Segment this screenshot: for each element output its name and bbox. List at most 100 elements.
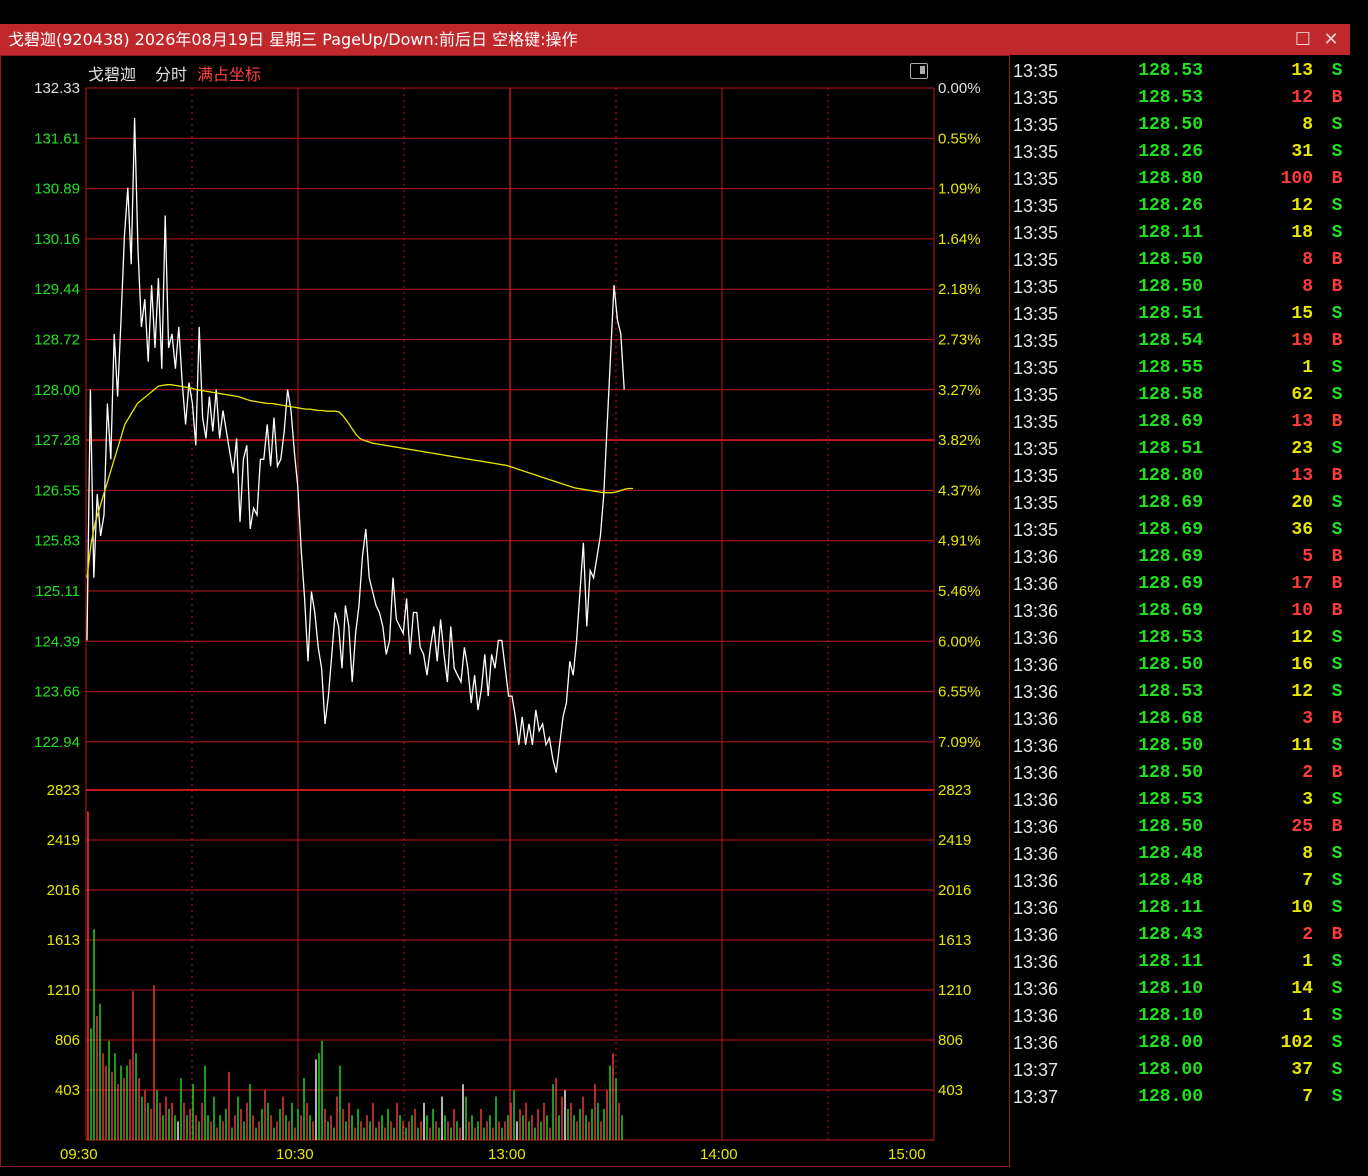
- tick-row[interactable]: 13:36 128.10 1 S: [1013, 1003, 1350, 1030]
- tick-row[interactable]: 13:35 128.80 100 B: [1013, 166, 1350, 193]
- pct-tick-label: 1.64%: [938, 231, 981, 248]
- tick-direction: B: [1331, 601, 1343, 621]
- time-tick-label: 15:00: [888, 1146, 926, 1163]
- tick-row[interactable]: 13:36 128.69 10 B: [1013, 598, 1350, 625]
- tick-row[interactable]: 13:36 128.69 5 B: [1013, 544, 1350, 571]
- tick-direction: S: [1331, 1033, 1343, 1053]
- tick-row[interactable]: 13:36 128.53 3 S: [1013, 787, 1350, 814]
- intraday-chart[interactable]: 132.33 0.00% 131.61 0.55% 130.89 1.09% 130.16 1…: [0, 0, 1010, 1176]
- tick-row[interactable]: 13:35 128.51 23 S: [1013, 436, 1350, 463]
- tick-volume: 102: [1280, 1033, 1313, 1053]
- tick-row[interactable]: 13:35 128.69 20 S: [1013, 490, 1350, 517]
- tick-row[interactable]: 13:36 128.50 2 B: [1013, 760, 1350, 787]
- pct-tick-label: 3.27%: [938, 382, 981, 399]
- tick-price: 128.26: [1138, 196, 1203, 216]
- tick-direction: B: [1331, 466, 1343, 486]
- tick-row[interactable]: 13:36 128.50 11 S: [1013, 733, 1350, 760]
- tick-row[interactable]: 13:35 128.58 62 S: [1013, 382, 1350, 409]
- tick-row[interactable]: 13:36 128.48 8 S: [1013, 841, 1350, 868]
- price-tick-label: 123.66: [34, 684, 80, 701]
- tick-time: 13:36: [1013, 871, 1059, 891]
- tick-direction: S: [1331, 790, 1343, 810]
- tick-row[interactable]: 13:35 128.11 18 S: [1013, 220, 1350, 247]
- tick-row[interactable]: 13:35 128.51 15 S: [1013, 301, 1350, 328]
- tick-price: 128.26: [1138, 142, 1203, 162]
- tick-volume: 2: [1302, 763, 1313, 783]
- tick-volume: 1: [1302, 358, 1313, 378]
- tick-volume: 7: [1302, 1087, 1313, 1107]
- tick-row[interactable]: 13:35 128.54 19 B: [1013, 328, 1350, 355]
- time-tick-label: 10:30: [276, 1146, 314, 1163]
- price-tick-label: 125.83: [34, 533, 80, 550]
- volume-tick-label: 806: [938, 1032, 963, 1049]
- tick-row[interactable]: 13:36 128.11 10 S: [1013, 895, 1350, 922]
- tick-direction: S: [1331, 1060, 1343, 1080]
- tick-volume: 16: [1291, 655, 1313, 675]
- pct-tick-label: 2.18%: [938, 281, 981, 298]
- tick-volume: 37: [1291, 1060, 1313, 1080]
- tick-row[interactable]: 13:35 128.26 31 S: [1013, 139, 1350, 166]
- tick-price: 128.00: [1138, 1033, 1203, 1053]
- tick-row[interactable]: 13:36 128.68 3 B: [1013, 706, 1350, 733]
- tick-direction: S: [1331, 520, 1343, 540]
- tick-time: 13:36: [1013, 736, 1059, 756]
- tick-row[interactable]: 13:35 128.50 8 B: [1013, 247, 1350, 274]
- tick-row[interactable]: 13:35 128.50 8 S: [1013, 112, 1350, 139]
- tick-price: 128.53: [1138, 61, 1203, 81]
- tick-volume: 31: [1291, 142, 1313, 162]
- tick-time: 13:36: [1013, 979, 1059, 999]
- tick-direction: S: [1331, 61, 1343, 81]
- tick-row[interactable]: 13:36 128.50 16 S: [1013, 652, 1350, 679]
- tick-volume: 14: [1291, 979, 1313, 999]
- tick-row[interactable]: 13:36 128.48 7 S: [1013, 868, 1350, 895]
- tick-volume: 3: [1302, 709, 1313, 729]
- chart-grid: [85, 87, 935, 1141]
- tick-price: 128.54: [1138, 331, 1203, 351]
- tick-list[interactable]: 13:35 128.53 13 S 13:35 128.53 12 B 13:35 128.50 8…: [1013, 58, 1350, 1111]
- tick-row[interactable]: 13:35 128.69 13 B: [1013, 409, 1350, 436]
- tick-row[interactable]: 13:36 128.50 25 B: [1013, 814, 1350, 841]
- tick-volume: 12: [1291, 88, 1313, 108]
- volume-tick-label: 2823: [938, 782, 971, 799]
- tick-row[interactable]: 13:36 128.43 2 B: [1013, 922, 1350, 949]
- maximize-button[interactable]: ☐: [1290, 24, 1316, 55]
- tick-row[interactable]: 13:37 128.00 7 S: [1013, 1084, 1350, 1111]
- tick-row[interactable]: 13:36 128.10 14 S: [1013, 976, 1350, 1003]
- tick-row[interactable]: 13:35 128.53 13 S: [1013, 58, 1350, 85]
- tick-time: 13:35: [1013, 358, 1059, 378]
- price-lines: [86, 117, 633, 773]
- tick-time: 13:36: [1013, 817, 1059, 837]
- tick-direction: S: [1331, 1087, 1343, 1107]
- tick-row[interactable]: 13:35 128.55 1 S: [1013, 355, 1350, 382]
- tick-row[interactable]: 13:36 128.53 12 S: [1013, 679, 1350, 706]
- tick-row[interactable]: 13:35 128.26 12 S: [1013, 193, 1350, 220]
- tick-time: 13:36: [1013, 844, 1059, 864]
- tick-row[interactable]: 13:35 128.69 36 S: [1013, 517, 1350, 544]
- pct-tick-label: 0.55%: [938, 130, 981, 147]
- price-tick-label: 125.11: [35, 583, 80, 600]
- tick-row[interactable]: 13:36 128.00 102 S: [1013, 1030, 1350, 1057]
- tick-volume: 2: [1302, 925, 1313, 945]
- tick-row[interactable]: 13:36 128.53 12 S: [1013, 625, 1350, 652]
- volume-tick-label: 1210: [938, 982, 971, 999]
- time-tick-label: 14:00: [700, 1146, 738, 1163]
- tick-price: 128.53: [1138, 682, 1203, 702]
- tick-row[interactable]: 13:35 128.53 12 B: [1013, 85, 1350, 112]
- tick-direction: B: [1331, 88, 1343, 108]
- tick-volume: 5: [1302, 547, 1313, 567]
- tick-row[interactable]: 13:36 128.11 1 S: [1013, 949, 1350, 976]
- tick-row[interactable]: 13:37 128.00 37 S: [1013, 1057, 1350, 1084]
- price-tick-label: 132.33: [34, 80, 80, 97]
- tick-row[interactable]: 13:35 128.50 8 B: [1013, 274, 1350, 301]
- tick-row[interactable]: 13:35 128.80 13 B: [1013, 463, 1350, 490]
- average-line: [86, 384, 633, 578]
- close-button[interactable]: ✕: [1318, 24, 1344, 55]
- axis-labels: 132.33 0.00% 131.61 0.55% 130.89 1.09% 130.16 1…: [34, 80, 980, 1163]
- tick-row[interactable]: 13:36 128.69 17 B: [1013, 571, 1350, 598]
- tick-volume: 13: [1291, 466, 1313, 486]
- tick-volume: 36: [1291, 520, 1313, 540]
- tick-time: 13:35: [1013, 250, 1059, 270]
- tick-price: 128.55: [1138, 358, 1203, 378]
- volume-tick-label: 2016: [938, 882, 971, 899]
- price-line: [86, 117, 625, 773]
